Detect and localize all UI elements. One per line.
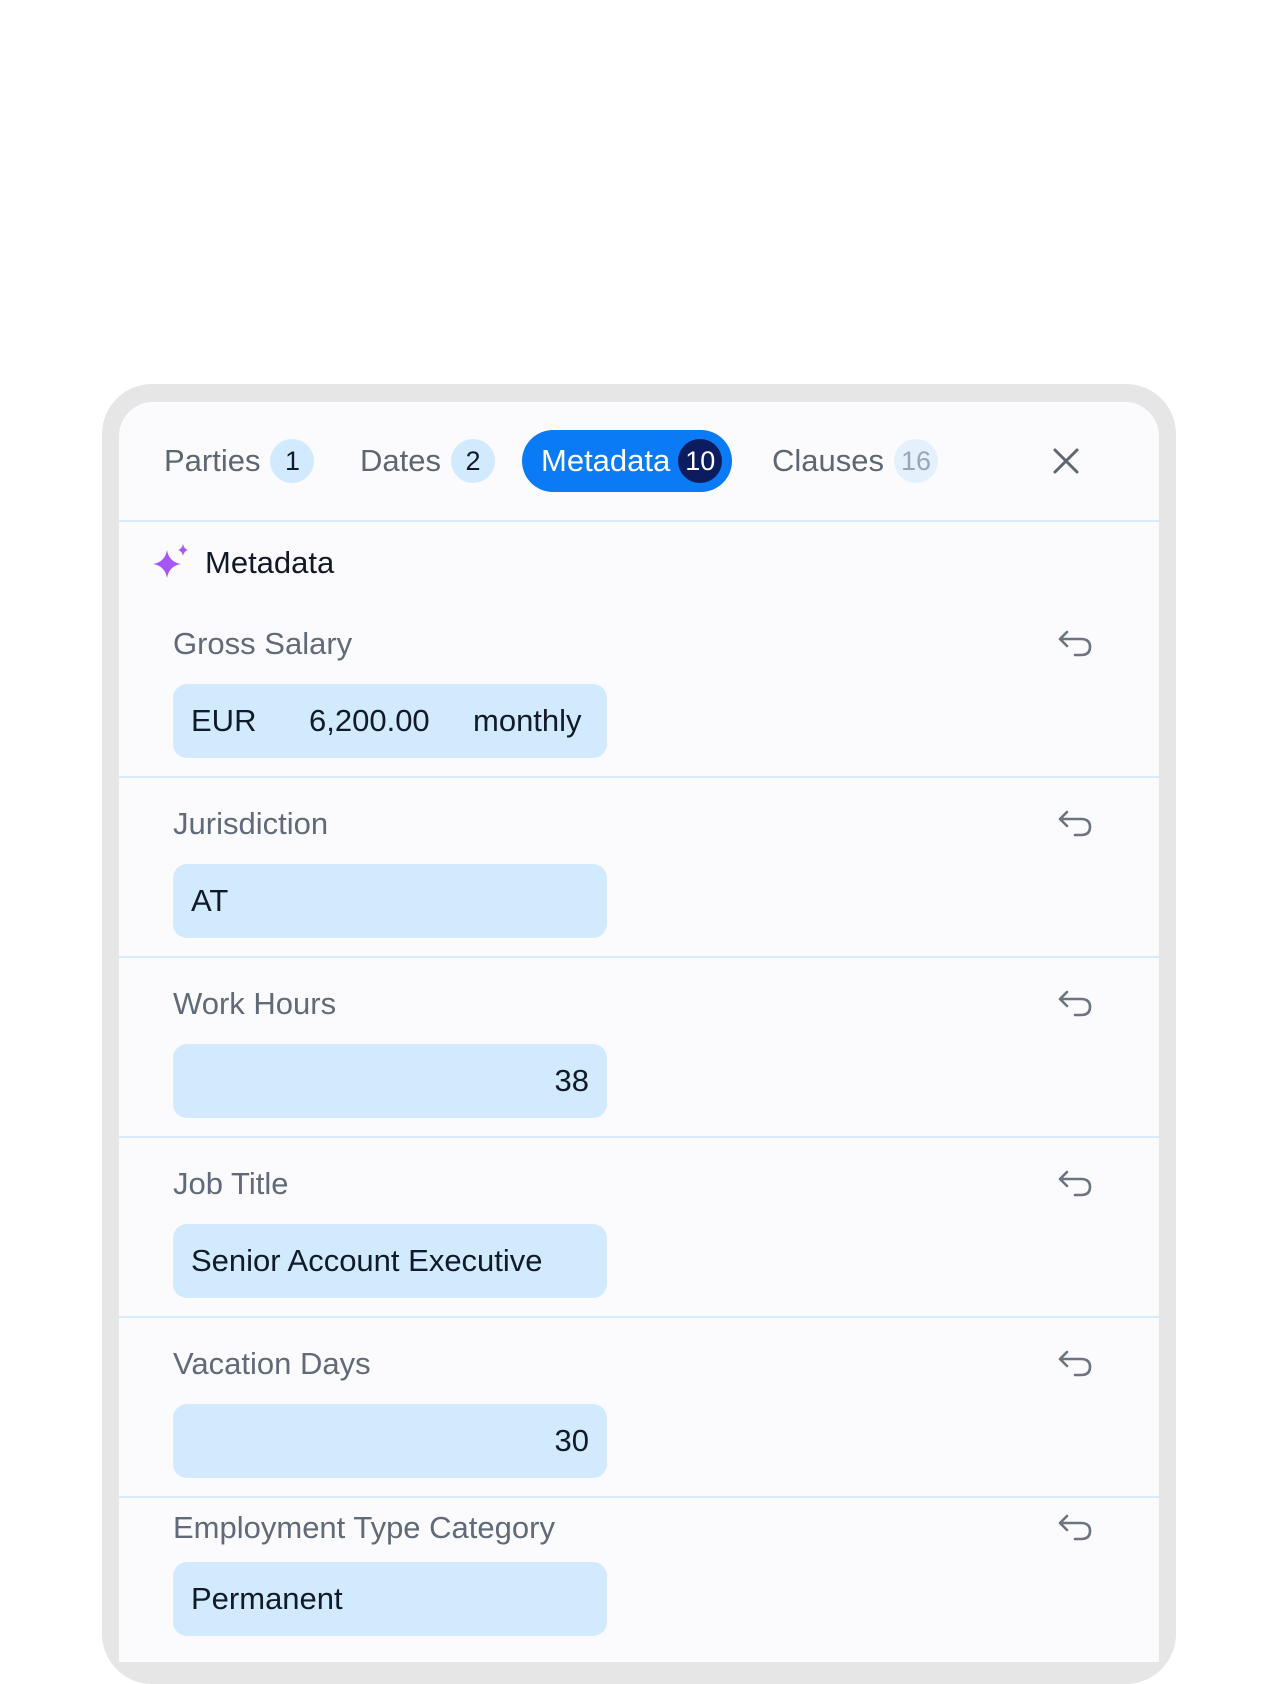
jurisdiction-input[interactable]: AT — [173, 864, 607, 938]
metadata-panel: Parties 1 Dates 2 Metadata 10 Clauses 16… — [119, 402, 1159, 1662]
tab-count-badge: 10 — [678, 439, 723, 483]
field-label: Jurisdiction — [173, 806, 329, 841]
field-vacation-days: Vacation Days 30 — [119, 1318, 1159, 1498]
tab-dates[interactable]: Dates 2 — [360, 430, 495, 492]
close-icon[interactable] — [1049, 444, 1083, 478]
tab-label: Metadata — [541, 443, 671, 478]
amount-value: 6,200.00 — [309, 703, 430, 738]
tab-bar: Parties 1 Dates 2 Metadata 10 Clauses 16 — [119, 402, 1159, 522]
undo-icon[interactable] — [1057, 988, 1093, 1018]
undo-icon[interactable] — [1057, 1512, 1093, 1542]
tab-label: Dates — [360, 443, 441, 478]
salary-input[interactable]: EUR 6,200.00 monthly — [173, 684, 607, 758]
period-value: monthly — [473, 703, 582, 738]
tab-label: Clauses — [772, 443, 884, 478]
field-work-hours: Work Hours 38 — [119, 958, 1159, 1138]
sparkle-icon — [153, 544, 188, 578]
undo-icon[interactable] — [1057, 808, 1093, 838]
field-employment-type: Employment Type Category Permanent — [119, 1498, 1159, 1662]
field-label: Vacation Days — [173, 1346, 371, 1381]
field-jurisdiction: Jurisdiction AT — [119, 778, 1159, 958]
field-label: Employment Type Category — [173, 1510, 555, 1545]
vacation-days-input[interactable]: 30 — [173, 1404, 607, 1478]
tab-count-badge: 16 — [894, 439, 938, 483]
job-title-input[interactable]: Senior Account Executive — [173, 1224, 607, 1298]
tab-clauses[interactable]: Clauses 16 — [772, 430, 938, 492]
tab-parties[interactable]: Parties 1 — [164, 430, 315, 492]
field-label: Job Title — [173, 1166, 289, 1201]
field-label: Gross Salary — [173, 626, 353, 661]
undo-icon[interactable] — [1057, 1348, 1093, 1378]
tab-count-badge: 2 — [450, 439, 495, 483]
field-job-title: Job Title Senior Account Executive — [119, 1138, 1159, 1318]
tab-count-badge: 1 — [270, 439, 315, 483]
employment-type-input[interactable]: Permanent — [173, 1562, 607, 1636]
undo-icon[interactable] — [1057, 628, 1093, 658]
tab-label: Parties — [164, 443, 261, 478]
work-hours-input[interactable]: 38 — [173, 1044, 607, 1118]
section-header: Metadata — [151, 542, 334, 584]
undo-icon[interactable] — [1057, 1168, 1093, 1198]
currency-value: EUR — [191, 703, 257, 738]
section-title: Metadata — [205, 545, 335, 580]
field-label: Work Hours — [173, 986, 337, 1021]
field-gross-salary: Gross Salary EUR 6,200.00 monthly — [119, 598, 1159, 778]
tab-metadata[interactable]: Metadata 10 — [522, 430, 733, 492]
